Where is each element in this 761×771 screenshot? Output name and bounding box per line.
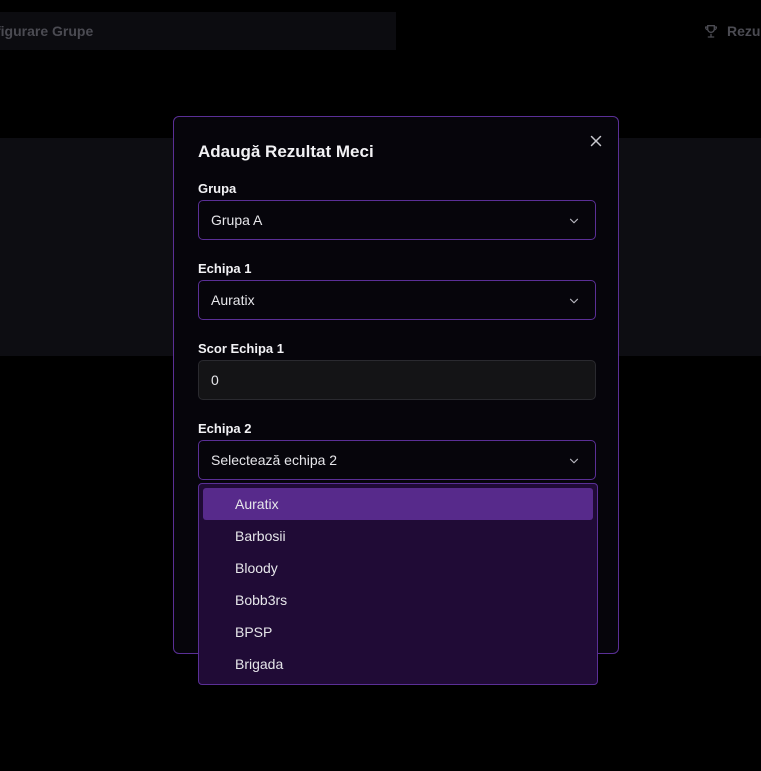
echipa1-select[interactable]: Auratix: [198, 280, 596, 320]
dialog-title: Adaugă Rezultat Meci: [198, 142, 374, 161]
tab-configurare-grupe[interactable]: figurare Grupe: [0, 12, 396, 50]
echipa1-label: Echipa 1: [198, 261, 252, 276]
echipa2-label: Echipa 2: [198, 421, 252, 436]
close-icon[interactable]: [587, 132, 605, 150]
trophy-icon: [705, 25, 717, 38]
dropdown-option[interactable]: Barbosii: [203, 520, 593, 552]
scor1-input[interactable]: 0: [198, 360, 596, 400]
dropdown-option[interactable]: Bobb3rs: [203, 584, 593, 616]
chevron-down-icon: [569, 298, 579, 304]
scor1-value: 0: [211, 372, 219, 388]
tab-rezultate-label: Rezul: [727, 23, 761, 39]
background-tabbar: figurare Grupe Rezul: [0, 12, 761, 50]
dropdown-option[interactable]: Brigada: [203, 648, 593, 680]
dropdown-option[interactable]: BPSP: [203, 616, 593, 648]
echipa1-value: Auratix: [211, 292, 255, 308]
scor1-label: Scor Echipa 1: [198, 341, 284, 356]
chevron-up-down-icon: [569, 458, 579, 464]
grupa-label: Grupa: [198, 181, 237, 196]
grupa-select[interactable]: Grupa A: [198, 200, 596, 240]
chevron-down-icon: [569, 218, 579, 224]
echipa2-dropdown-list: Auratix Barbosii Bloody Bobb3rs BPSP Bri…: [198, 483, 598, 685]
tab-rezultate[interactable]: Rezul: [400, 12, 761, 50]
dropdown-option[interactable]: Auratix: [203, 488, 593, 520]
grupa-value: Grupa A: [211, 212, 263, 228]
echipa2-placeholder: Selectează echipa 2: [211, 452, 338, 468]
dropdown-option[interactable]: Bloody: [203, 552, 593, 584]
tab-configurare-grupe-label: figurare Grupe: [0, 23, 94, 39]
echipa2-select[interactable]: Selectează echipa 2: [198, 440, 596, 480]
page: figurare Grupe Rezul Adaugă Rezultat Mec…: [0, 0, 761, 771]
